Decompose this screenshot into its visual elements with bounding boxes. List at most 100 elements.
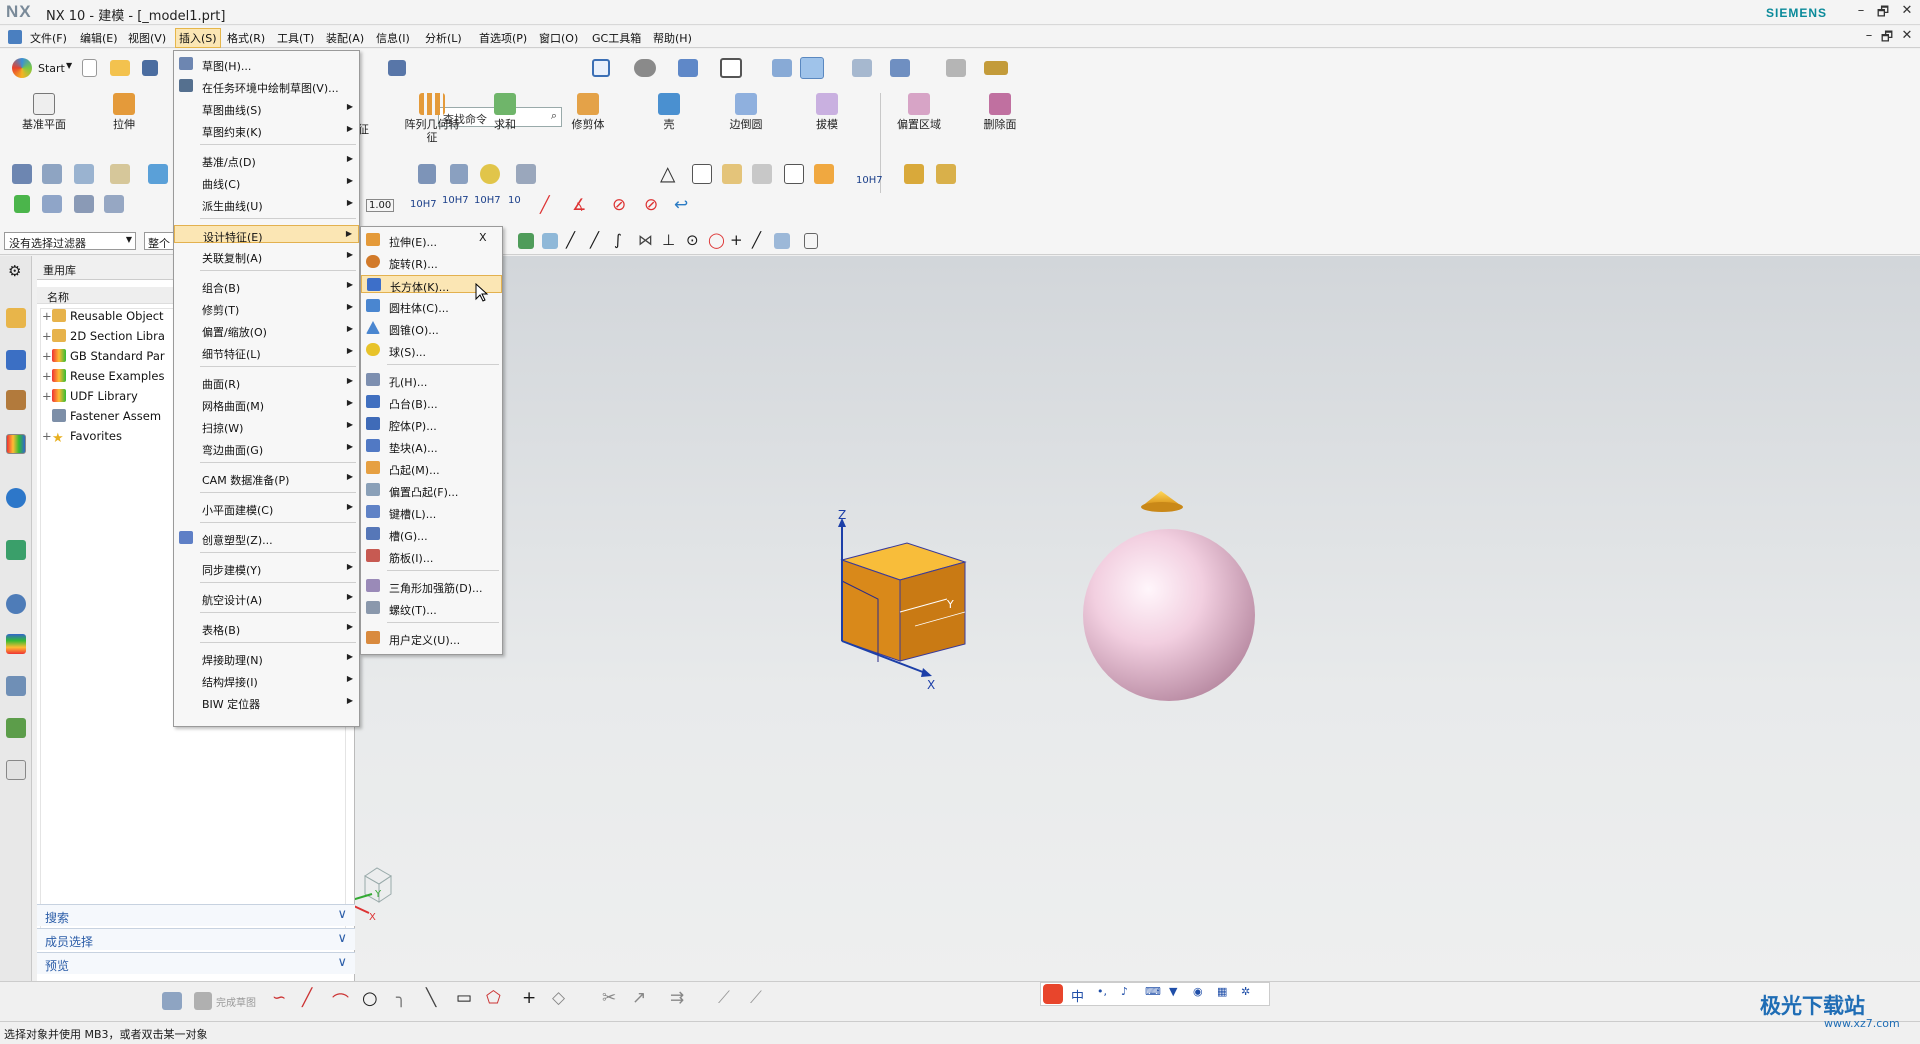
keyboard-icon[interactable]: ⌨	[1145, 985, 1161, 998]
clip-section-icon[interactable]	[772, 59, 792, 77]
system-scene-icon[interactable]	[6, 760, 26, 780]
menu-tools[interactable]: 工具(T)	[274, 29, 317, 47]
menu-item-facet-modeling[interactable]: 小平面建模(C) ▶	[174, 499, 359, 517]
line-snap-icon[interactable]: ╱	[566, 231, 575, 249]
unite-button[interactable]: 求和	[490, 93, 520, 131]
diameter-icon[interactable]: ⊘	[612, 195, 626, 215]
menu-item-sketch[interactable]: 草图(H)...	[174, 55, 359, 73]
menu-item-sweep[interactable]: 扫掠(W) ▶	[174, 417, 359, 435]
accordion-search[interactable]: 搜索 ∨	[37, 904, 355, 926]
selection-filter-select[interactable]: 没有选择过滤器 ▼	[4, 232, 136, 250]
shape-icon[interactable]: ◇	[552, 988, 565, 1008]
offset-curve-icon[interactable]: ⇉	[670, 988, 684, 1008]
trim-body-button[interactable]: 修剪体	[566, 93, 610, 131]
plus-snap-icon[interactable]: +	[730, 231, 743, 249]
check-geometry-icon[interactable]	[42, 195, 62, 213]
snap-end-icon[interactable]	[542, 233, 558, 249]
search-icon[interactable]: ⌕	[551, 109, 557, 123]
measure-icon[interactable]	[852, 59, 872, 77]
menu-window[interactable]: 窗口(O)	[536, 29, 581, 47]
red-line-icon[interactable]: ╱	[540, 195, 550, 214]
new-file-icon[interactable]	[82, 59, 97, 77]
menu-item-pad[interactable]: 垫块(A)...	[361, 437, 502, 455]
close-button[interactable]: ✕	[1896, 3, 1918, 21]
minimize-button[interactable]: –	[1850, 3, 1872, 21]
wcs-icon[interactable]	[104, 195, 124, 213]
menu-item-cam-prep[interactable]: CAM 数据准备(P) ▶	[174, 469, 359, 487]
coin-icon[interactable]	[480, 164, 500, 184]
extend-icon[interactable]: ↗	[632, 988, 646, 1008]
ime-settings-icon[interactable]: ✲	[1241, 985, 1250, 998]
fit-view-icon[interactable]	[592, 59, 610, 77]
dim-tolerance-5[interactable]: 10H7	[856, 175, 883, 186]
grid-snap-icon[interactable]	[804, 233, 818, 249]
ime-lang-label[interactable]: 中	[1071, 986, 1084, 1005]
dim-tolerance-4[interactable]: 10	[508, 195, 521, 206]
menu-item-aero-design[interactable]: 航空设计(A) ▶	[174, 589, 359, 607]
menu-item-cone[interactable]: 圆锥(O)...	[361, 319, 502, 337]
doc-close-button[interactable]: ✕	[1896, 28, 1918, 46]
history-icon[interactable]	[6, 594, 26, 614]
finish-sketch-label[interactable]: 完成草图	[216, 994, 256, 1009]
restore-button[interactable]: 🗗	[1872, 3, 1894, 21]
snap-icon[interactable]	[890, 59, 910, 77]
quadrant-icon[interactable]: ◯	[708, 231, 725, 249]
pencil-tool-icon[interactable]	[450, 164, 468, 184]
punctuation-icon[interactable]: •,	[1097, 985, 1107, 998]
settings-gear-icon[interactable]: ⚙	[8, 262, 21, 280]
menu-item-derived-curve[interactable]: 派生曲线(U) ▶	[174, 195, 359, 213]
reuse-library-icon[interactable]	[6, 434, 26, 454]
start-dropdown-icon[interactable]: ▼	[66, 61, 72, 70]
menu-item-design-feature[interactable]: 设计特征(E) ▶	[174, 225, 359, 244]
offset-region-button[interactable]: 偏置区域	[894, 93, 944, 131]
menu-item-sketch-constraint[interactable]: 草图约束(K) ▶	[174, 121, 359, 139]
menu-item-associative-copy[interactable]: 关联复制(A) ▶	[174, 247, 359, 265]
save-icon[interactable]	[142, 60, 158, 76]
app-menu-icon[interactable]	[8, 30, 22, 44]
menu-item-realize-shape[interactable]: 创意塑型(Z)...	[174, 529, 359, 547]
menu-item-sync-modeling[interactable]: 同步建模(Y) ▶	[174, 559, 359, 577]
menu-item-structure-weld[interactable]: 结构焊接(I) ▶	[174, 671, 359, 689]
edge-blend-button[interactable]: 边倒圆	[724, 93, 768, 131]
delete-face-button[interactable]: 删除面	[978, 93, 1022, 131]
menu-view[interactable]: 视图(V)	[125, 29, 169, 47]
datum-plane-button[interactable]: 基准平面	[16, 93, 72, 131]
curve-snap-icon[interactable]: ∫	[614, 231, 622, 249]
graphics-window[interactable]: Z X Y Z X	[355, 256, 1920, 981]
annotation-icon[interactable]	[814, 164, 834, 184]
menu-item-weld-assistant[interactable]: 焊接助理(N) ▶	[174, 649, 359, 667]
sogou-icon[interactable]	[1043, 984, 1063, 1004]
shell-button[interactable]: 壳	[654, 93, 684, 131]
line-snap-2-icon[interactable]: ╱	[590, 231, 599, 249]
menu-item-surface[interactable]: 曲面(R) ▶	[174, 373, 359, 391]
section-view-icon[interactable]	[800, 57, 824, 79]
sketch-tool-icon[interactable]	[162, 992, 182, 1010]
layer-table-icon[interactable]	[74, 195, 94, 213]
menu-item-offset-scale[interactable]: 偏置/缩放(O) ▶	[174, 321, 359, 339]
menu-item-sketch-curve[interactable]: 草图曲线(S) ▶	[174, 99, 359, 117]
cube-view-icon[interactable]	[678, 59, 698, 77]
face-snap-icon[interactable]	[774, 233, 790, 249]
fillet-icon[interactable]: ╮	[396, 988, 406, 1008]
menu-assembly[interactable]: 装配(A)	[323, 29, 367, 47]
menu-info[interactable]: 信息(I)	[373, 29, 413, 47]
menu-gc-toolbox[interactable]: GC工具箱	[589, 29, 644, 47]
menu-item-mesh-surface[interactable]: 网格曲面(M) ▶	[174, 395, 359, 413]
microphone-icon[interactable]: ♪	[1121, 985, 1128, 998]
balloon-icon[interactable]	[752, 164, 772, 184]
menu-item-revolve[interactable]: 旋转(R)...	[361, 253, 502, 271]
menu-item-datum-point[interactable]: 基准/点(D) ▶	[174, 151, 359, 169]
table-icon[interactable]	[692, 164, 712, 184]
menu-item-combine[interactable]: 组合(B) ▶	[174, 277, 359, 295]
assembly-navigator-icon[interactable]	[6, 308, 26, 328]
menu-item-extrude[interactable]: 拉伸(E)...	[361, 231, 473, 249]
sphere-solid[interactable]	[1083, 529, 1255, 701]
point-icon[interactable]: +	[522, 988, 536, 1008]
intersect-icon[interactable]: ⋈	[638, 231, 653, 249]
line-snap-3-icon[interactable]: ╱	[752, 231, 761, 249]
doc-restore-button[interactable]: 🗗	[1876, 28, 1898, 46]
view-orient-icon[interactable]	[388, 60, 406, 76]
menu-item-flange-surface[interactable]: 弯边曲面(G) ▶	[174, 439, 359, 457]
menu-file[interactable]: 文件(F)	[27, 29, 70, 47]
process-studio-icon[interactable]	[6, 676, 26, 696]
